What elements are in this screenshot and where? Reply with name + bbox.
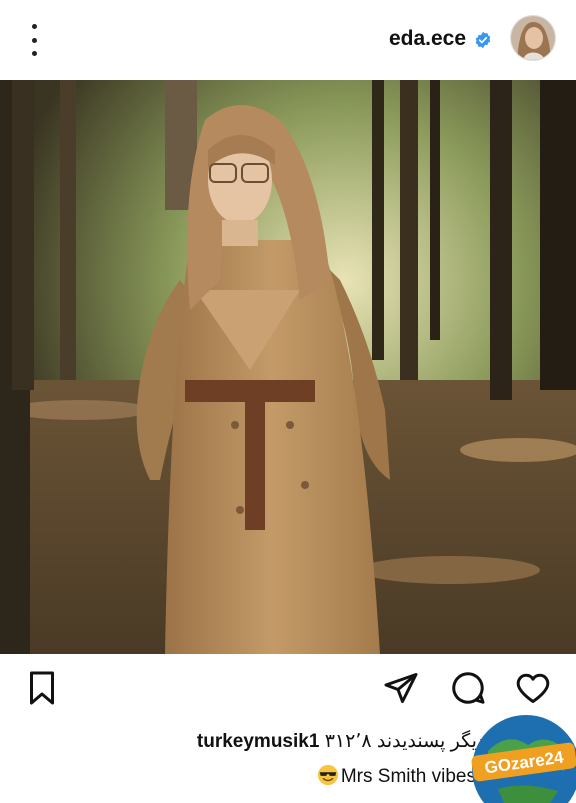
heart-icon[interactable]: [515, 670, 551, 706]
profile-avatar[interactable]: [510, 15, 556, 61]
watermark-logo: GOzare24: [471, 715, 576, 803]
sunglasses-emoji-icon: [317, 764, 338, 786]
post-username[interactable]: eda.ece: [389, 27, 466, 51]
post-header: eda.ece: [0, 0, 576, 80]
share-icon[interactable]: [383, 670, 419, 706]
comment-icon[interactable]: [450, 670, 486, 706]
liked-by-username[interactable]: turkeymusik1: [197, 731, 320, 752]
post-caption: Mrs Smith vibes: [317, 764, 476, 788]
caption-text: Mrs Smith vibes: [340, 766, 476, 787]
post-photo[interactable]: [0, 80, 576, 654]
verified-icon: [475, 31, 491, 49]
bookmark-icon[interactable]: [24, 670, 60, 706]
more-options-icon[interactable]: [22, 24, 46, 56]
